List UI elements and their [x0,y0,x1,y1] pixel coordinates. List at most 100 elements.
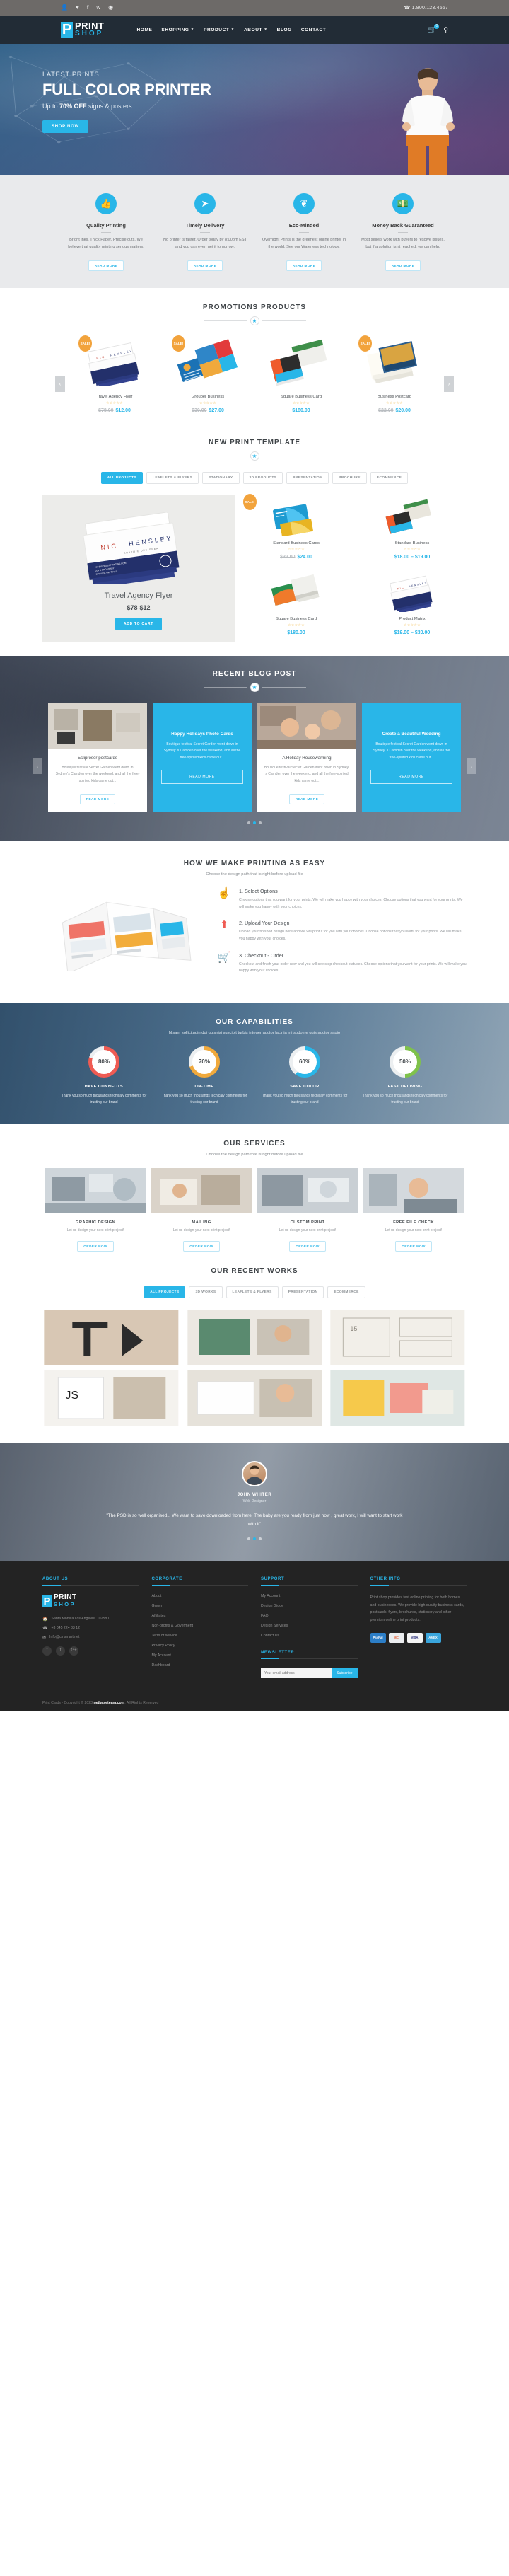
footer-link[interactable]: About [152,1594,249,1598]
filter-tab-ecommerce[interactable]: ECOMMERCE [370,471,409,484]
google-plus-icon[interactable]: G+ [69,1646,78,1656]
add-to-cart-button[interactable]: ADD TO CART [115,617,163,630]
filter-tab-leaflets-flyers[interactable]: LEAFLETS & FLYERS [146,471,199,484]
footer-link[interactable]: Affiliates [152,1614,249,1618]
product-image: SALE! [352,335,437,386]
footer-link[interactable]: Non-profits & Goverment [152,1624,249,1628]
search-icon[interactable]: ⚲ [443,26,448,34]
filter-tab-3d-works[interactable]: 3D WORKS [189,1286,223,1298]
facebook-icon[interactable]: f [87,5,89,11]
copyright: Print Cards - Copyright © 2023 netbasete… [42,1694,467,1711]
blog-card[interactable]: Create a Beautiful Wedding Boutique festi… [362,703,461,813]
filter-tab-all-projects[interactable]: ALL PROJECTS [144,1286,186,1298]
filter-tab-presentation[interactable]: PRESENTATION [286,471,329,484]
read-more-button[interactable]: READ MORE [385,260,421,271]
facebook-icon[interactable]: f [42,1646,52,1656]
filter-tab-3d-products[interactable]: 3D PRODUCTS [242,471,283,484]
service-order-button[interactable]: ORDER NOW [183,1240,220,1252]
nav-item-product[interactable]: PRODUCT ▼ [204,28,235,33]
blog-card[interactable]: Esliproser postcards Boutique festival Se… [48,703,147,813]
capability-item: 50% FAST DELIVING Thank you so much thousa… [355,1046,455,1106]
cart-icon[interactable]: 🛒 0 [428,23,440,34]
service-card[interactable]: FREE FILE CHECK Let us design your next p… [363,1167,464,1252]
footer-link[interactable]: My Account [261,1594,358,1598]
hero-cta-button[interactable]: SHOP NOW [42,120,88,134]
footer-logo[interactable]: P PRINT SHOP [42,1594,139,1608]
footer-link[interactable]: Privacy Policy [152,1644,249,1648]
service-order-button[interactable]: ORDER NOW [289,1240,326,1252]
read-more-button[interactable]: READ MORE [187,260,223,271]
product-card[interactable]: SALE! NIC HENSLEY Travel Agency Flyer ☆☆☆☆☆ $… [68,335,161,413]
read-more-button[interactable]: READ MORE [286,260,322,271]
service-order-button[interactable]: ORDER NOW [77,1240,114,1252]
copyright-link[interactable]: netbaseteam.com [93,1701,124,1705]
footer-link[interactable]: Green [152,1604,249,1608]
work-item[interactable]: JS [42,1370,180,1426]
work-item[interactable] [186,1309,324,1365]
work-item[interactable] [329,1370,467,1426]
template-product-card[interactable]: SALE! Standard Business Cards ☆☆☆☆☆ $32.00 $… [242,493,351,566]
footer-link[interactable]: My Account [152,1653,249,1658]
product-card[interactable]: Square Business Card ☆☆☆☆☆ $180.00 [255,337,348,413]
nav-item-blog[interactable]: BLOG [277,28,292,33]
service-card[interactable]: CUSTOM PRINT Let us design your next prin… [257,1167,358,1252]
nav-item-contact[interactable]: CONTACT [301,28,327,33]
filter-tab-stationary[interactable]: STATIONARY [202,471,240,484]
product-card[interactable]: SALE! Business Postcard ☆☆☆☆☆ $22.00 $20.00 [348,335,441,413]
filter-tab-presentation[interactable]: PRESENTATION [281,1286,324,1298]
nav-item-shopping[interactable]: SHOPPING ▼ [161,28,194,33]
testimonial-dots[interactable] [0,1537,509,1541]
footer-link[interactable]: Contact Us [261,1634,358,1638]
footer-link[interactable]: Term of service [152,1634,249,1638]
site-logo[interactable]: P PRINT SHOP [61,21,105,38]
read-more-button[interactable]: READ MORE [88,260,124,271]
twitter-icon[interactable]: w [96,5,100,11]
footer-email[interactable]: ✉ Info@cmsmart.net [42,1635,139,1640]
filter-tab-brochure[interactable]: BROCHURE [332,471,367,484]
service-text: Let us design your next print project! [279,1228,337,1232]
featured-product-card[interactable]: NIC HENSLEY GRAPHIC DESIGNER NIC@STIGLER… [42,495,235,642]
newsletter-email-input[interactable] [261,1668,332,1679]
user-icon[interactable]: 👤 [61,5,68,11]
blog-read-more-button[interactable]: READ MORE [161,770,243,785]
filter-tab-ecommerce[interactable]: ECOMMERCE [327,1286,365,1298]
heart-icon[interactable]: ♥ [76,5,79,11]
capability-label: HAVE CONNECTS [84,1084,124,1089]
filter-tab-all-projects[interactable]: ALL PROJECTS [100,471,143,484]
blog-read-more-button[interactable]: READ MORE [370,770,452,785]
service-card[interactable]: GRAPHIC DESIGN Let us design your next pr… [45,1167,146,1252]
template-product-image [358,495,467,536]
work-item[interactable] [186,1370,324,1426]
twitter-icon[interactable]: t [56,1646,65,1656]
blog-card[interactable]: A Holiday Housewarming Boutique festival … [257,703,356,813]
footer-link[interactable]: Design Services [261,1624,358,1628]
cart-icon: 🛒 [217,951,231,964]
template-product-card[interactable]: Square Business Card ☆☆☆☆☆ $180.00 [242,571,351,642]
service-order-button[interactable]: ORDER NOW [395,1240,432,1252]
product-card[interactable]: SALE! Grouper Business ☆☆☆☆☆ $30.00 $27.00 [161,335,255,413]
blog-card[interactable]: Happy Holidays Photo Cards Boutique festi… [153,703,252,813]
newsletter-subscribe-button[interactable]: Subscribe [332,1668,358,1679]
footer-phone[interactable]: ☎ +3 045 224 33 12 [42,1626,139,1631]
upload-icon: ⬆ [219,919,229,932]
blog-read-more-button[interactable]: READ MORE [79,794,116,805]
blog-carousel-dots[interactable] [35,821,474,825]
footer-link[interactable]: Dashboard [152,1663,249,1668]
work-item[interactable]: 15 [329,1309,467,1365]
blog-read-more-button[interactable]: READ MORE [288,794,325,805]
phone-number[interactable]: ☎ 1.800.123.4567 [404,5,448,11]
work-item[interactable] [42,1309,180,1365]
footer-link[interactable]: Design Giude [261,1604,358,1608]
template-product-price: $180.00 [242,630,351,635]
dribbble-icon[interactable]: ◉ [108,5,113,11]
nav-item-about[interactable]: ABOUT ▼ [244,28,268,33]
footer-link[interactable]: FAQ [261,1614,358,1618]
phone-icon: ☎ [42,1626,48,1631]
divider: ★ [0,451,509,461]
template-product-card[interactable]: Standard Business ☆☆☆☆☆ $18.00 – $19.00 [358,495,467,566]
template-product-card[interactable]: NIC HENSLEY Product Matrix ☆☆☆☆☆ $19.00 – $3… [358,571,467,642]
service-card[interactable]: MAILING Let us design your next print pro… [151,1167,252,1252]
nav-item-home[interactable]: HOME [137,28,153,33]
filter-tab-leaflets-flyers[interactable]: LEAFLETS & FLYERS [226,1286,279,1298]
how-step: 🛒 3. Checkout - Order Checkout and finish … [216,952,467,975]
